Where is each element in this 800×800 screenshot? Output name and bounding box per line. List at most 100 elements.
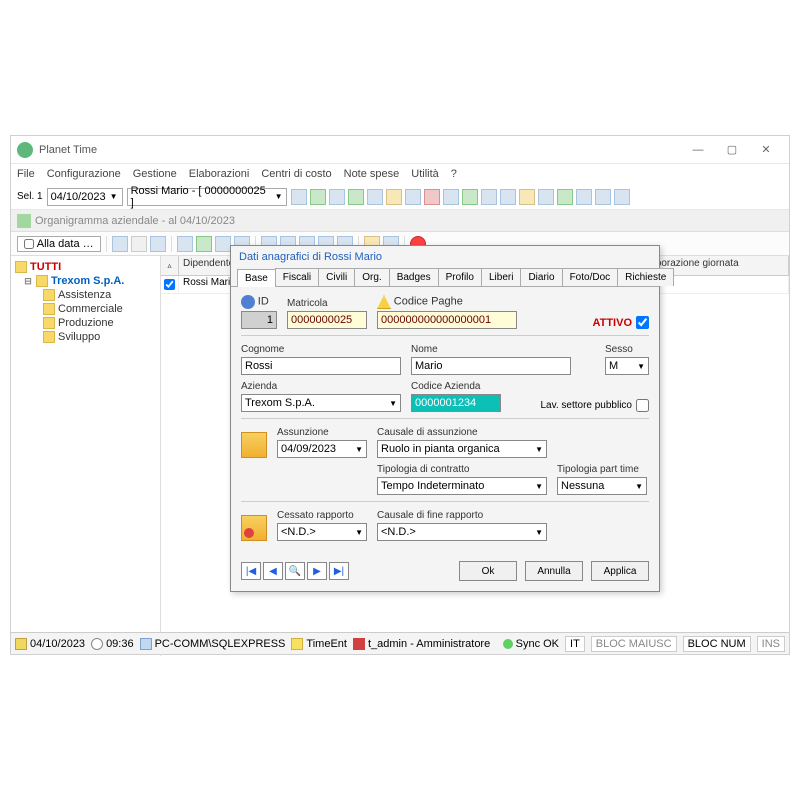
menu-help[interactable]: ? [451, 168, 457, 180]
close-button[interactable]: ✕ [749, 139, 783, 161]
tb-icon[interactable] [519, 189, 535, 205]
tab-liberi[interactable]: Liberi [481, 268, 521, 286]
cessato-field[interactable]: <N.D.>▼ [277, 523, 367, 541]
tree-child[interactable]: Commerciale [15, 302, 156, 316]
label-causale-fine: Causale di fine rapporto [377, 510, 547, 521]
label-tipo-parttime: Tipologia part time [557, 464, 647, 475]
status-user: t_admin - Amministratore [368, 638, 490, 650]
matricola-field[interactable]: 0000000025 [287, 311, 367, 329]
person-icon [241, 295, 255, 309]
assunzione-field[interactable]: 04/09/2023▼ [277, 440, 367, 458]
menu-utilita[interactable]: Utilità [411, 168, 439, 180]
ct-icon[interactable] [177, 236, 193, 252]
menu-centri[interactable]: Centri di costo [261, 168, 331, 180]
tab-strip: Base Fiscali Civili Org. Badges Profilo … [231, 268, 659, 287]
nav-prev[interactable]: ◀ [263, 562, 283, 580]
tb-icon[interactable] [462, 189, 478, 205]
tb-icon[interactable] [614, 189, 630, 205]
tab-org[interactable]: Org. [354, 268, 389, 286]
tree-child[interactable]: Sviluppo [15, 330, 156, 344]
label-matricola: Matricola [287, 298, 367, 309]
alla-data-check[interactable] [24, 239, 34, 249]
nav-search[interactable]: 🔍 [285, 562, 305, 580]
employee-dialog: Dati anagrafici di Rossi Mario Base Fisc… [230, 245, 660, 592]
col-check[interactable]: ▵ [161, 256, 179, 275]
maximize-button[interactable]: ▢ [715, 139, 749, 161]
toolbar-icons [291, 189, 630, 205]
nome-field[interactable]: Mario [411, 357, 571, 375]
annulla-button[interactable]: Annulla [525, 561, 583, 581]
ct-icon[interactable] [215, 236, 231, 252]
menu-gestione[interactable]: Gestione [133, 168, 177, 180]
tree-root[interactable]: TUTTI [15, 260, 156, 274]
codice-paghe-field[interactable]: 000000000000000001 [377, 311, 517, 329]
tb-icon[interactable] [310, 189, 326, 205]
ct-icon[interactable] [150, 236, 166, 252]
tb-icon[interactable] [386, 189, 402, 205]
label-codice-paghe: Codice Paghe [394, 296, 463, 308]
azienda-dropdown[interactable]: Trexom S.p.A.▼ [241, 394, 401, 412]
tb-icon[interactable] [424, 189, 440, 205]
tab-profilo[interactable]: Profilo [438, 268, 482, 286]
folder-icon [43, 331, 55, 343]
ok-button[interactable]: Ok [459, 561, 517, 581]
menu-config[interactable]: Configurazione [47, 168, 121, 180]
tab-diario[interactable]: Diario [520, 268, 562, 286]
sel-label: Sel. 1 [17, 191, 43, 202]
tree-child[interactable]: Assistenza [15, 288, 156, 302]
app-icon [17, 142, 33, 158]
tipo-parttime-dropdown[interactable]: Nessuna▼ [557, 477, 647, 495]
ct-icon[interactable] [196, 236, 212, 252]
cognome-field[interactable]: Rossi [241, 357, 401, 375]
tab-fiscali[interactable]: Fiscali [275, 268, 319, 286]
causale-ass-dropdown[interactable]: Ruolo in pianta organica▼ [377, 440, 547, 458]
tb-icon[interactable] [595, 189, 611, 205]
dialog-title: Dati anagrafici di Rossi Mario [231, 246, 659, 268]
tb-icon[interactable] [481, 189, 497, 205]
lav-pubblico-checkbox[interactable] [636, 399, 649, 412]
tb-icon[interactable] [500, 189, 516, 205]
date-dropdown[interactable]: 04/10/2023▼ [47, 188, 123, 206]
causale-fine-dropdown[interactable]: <N.D.>▼ [377, 523, 547, 541]
minimize-button[interactable]: — [681, 139, 715, 161]
tab-civili[interactable]: Civili [318, 268, 355, 286]
nav-next[interactable]: ▶ [307, 562, 327, 580]
title-bar: Planet Time — ▢ ✕ [11, 136, 789, 164]
applica-button[interactable]: Applica [591, 561, 649, 581]
tipo-contratto-dropdown[interactable]: Tempo Indeterminato▼ [377, 477, 547, 495]
employee-dropdown[interactable]: Rossi Mario - [ 0000000025 ]▼ [127, 188, 287, 206]
tb-icon[interactable] [557, 189, 573, 205]
hire-icon [241, 432, 267, 458]
tb-icon[interactable] [405, 189, 421, 205]
fire-icon [241, 515, 267, 541]
tb-icon[interactable] [348, 189, 364, 205]
tb-icon[interactable] [443, 189, 459, 205]
tb-icon[interactable] [576, 189, 592, 205]
label-nome: Nome [411, 344, 571, 355]
menu-note[interactable]: Note spese [344, 168, 400, 180]
label-cognome: Cognome [241, 344, 401, 355]
ct-icon[interactable] [112, 236, 128, 252]
tab-fotodoc[interactable]: Foto/Doc [562, 268, 619, 286]
tb-icon[interactable] [329, 189, 345, 205]
dialog-body: ID 1 Matricola 0000000025 Codice Paghe 0… [231, 287, 659, 555]
tab-badges[interactable]: Badges [389, 268, 439, 286]
nav-first[interactable]: |◀ [241, 562, 261, 580]
tree-child[interactable]: Produzione [15, 316, 156, 330]
tb-icon[interactable] [291, 189, 307, 205]
tb-icon[interactable] [538, 189, 554, 205]
menu-file[interactable]: File [17, 168, 35, 180]
label-causale-ass: Causale di assunzione [377, 427, 547, 438]
tab-base[interactable]: Base [237, 269, 276, 287]
tree-company[interactable]: ⊟Trexom S.p.A. [15, 274, 156, 288]
alla-data-chip[interactable]: Alla data … [17, 236, 101, 252]
attivo-checkbox[interactable] [636, 316, 649, 329]
ct-icon[interactable] [131, 236, 147, 252]
nav-last[interactable]: ▶| [329, 562, 349, 580]
sesso-dropdown[interactable]: M▼ [605, 357, 649, 375]
row-check[interactable] [164, 279, 175, 290]
menu-elab[interactable]: Elaborazioni [189, 168, 250, 180]
tb-icon[interactable] [367, 189, 383, 205]
tab-richieste[interactable]: Richieste [617, 268, 674, 286]
sub-header: Organigramma aziendale - al 04/10/2023 [11, 210, 789, 232]
